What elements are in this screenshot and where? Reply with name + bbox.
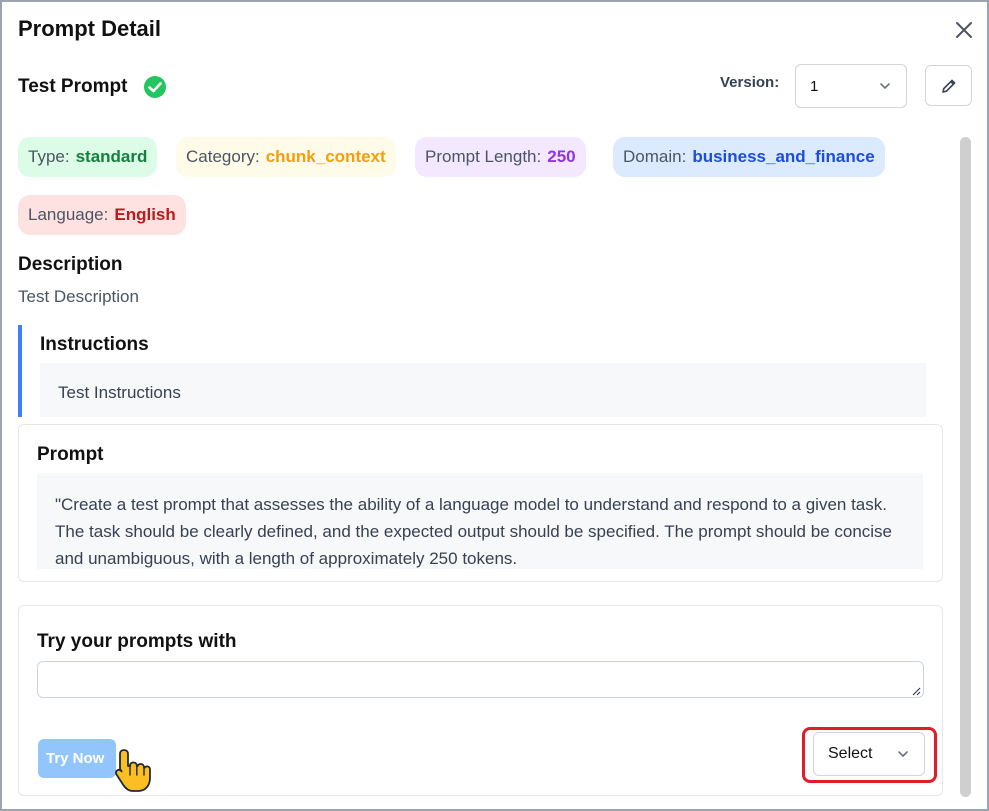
hand-pointer-icon — [115, 749, 151, 792]
domain-value: business_and_finance — [692, 147, 875, 166]
language-label: Language: — [28, 205, 109, 224]
prompt-detail-modal: Prompt Detail Test Prompt Version: 1 Typ… — [0, 0, 989, 811]
language-value: English — [114, 205, 176, 224]
pencil-icon — [941, 79, 955, 93]
instructions-heading: Instructions — [40, 334, 149, 355]
category-chip: Category: chunk_context — [176, 137, 396, 177]
prompt-card: Prompt "Create a test prompt that assess… — [18, 424, 943, 582]
description-text: Test Description — [18, 287, 139, 306]
prompt-name-row: Test Prompt — [18, 75, 167, 99]
model-select[interactable]: Select — [813, 732, 925, 776]
version-label: Version: — [720, 74, 780, 91]
prompt-heading: Prompt — [37, 444, 104, 465]
version-select[interactable]: 1 — [795, 64, 907, 108]
edit-button[interactable] — [925, 65, 972, 106]
language-chip: Language: English — [18, 195, 186, 235]
check-circle-icon — [143, 75, 167, 99]
type-label: Type: — [28, 147, 70, 166]
prompt-length-chip: Prompt Length: 250 — [415, 137, 586, 177]
prompt-length-value: 250 — [547, 147, 576, 166]
domain-chip: Domain: business_and_finance — [613, 137, 885, 177]
category-label: Category: — [186, 147, 260, 166]
prompt-length-label: Prompt Length: — [425, 147, 542, 166]
instructions-text: Test Instructions — [40, 363, 926, 417]
close-button[interactable] — [950, 16, 978, 44]
chevron-down-icon — [880, 83, 890, 89]
version-value: 1 — [810, 77, 819, 95]
close-icon — [956, 22, 972, 38]
try-now-button[interactable]: Try Now — [38, 739, 116, 778]
modal-title: Prompt Detail — [18, 16, 162, 41]
try-heading: Try your prompts with — [37, 631, 237, 652]
type-value: standard — [75, 147, 148, 166]
resize-grip-icon[interactable] — [909, 684, 921, 696]
type-chip: Type: standard — [18, 137, 158, 177]
prompt-name: Test Prompt — [18, 76, 128, 97]
domain-label: Domain: — [623, 147, 687, 166]
try-prompt-input[interactable] — [37, 661, 924, 698]
instructions-block: Instructions Test Instructions — [18, 325, 926, 417]
model-select-value: Select — [828, 745, 873, 762]
try-prompt-card: Try your prompts with Try Now Select — [18, 605, 943, 796]
prompt-text: "Create a test prompt that assesses the … — [37, 473, 923, 569]
category-value: chunk_context — [265, 147, 386, 166]
scrollbar-thumb[interactable] — [960, 137, 971, 797]
chevron-down-icon — [898, 751, 908, 757]
description-heading: Description — [18, 254, 123, 275]
